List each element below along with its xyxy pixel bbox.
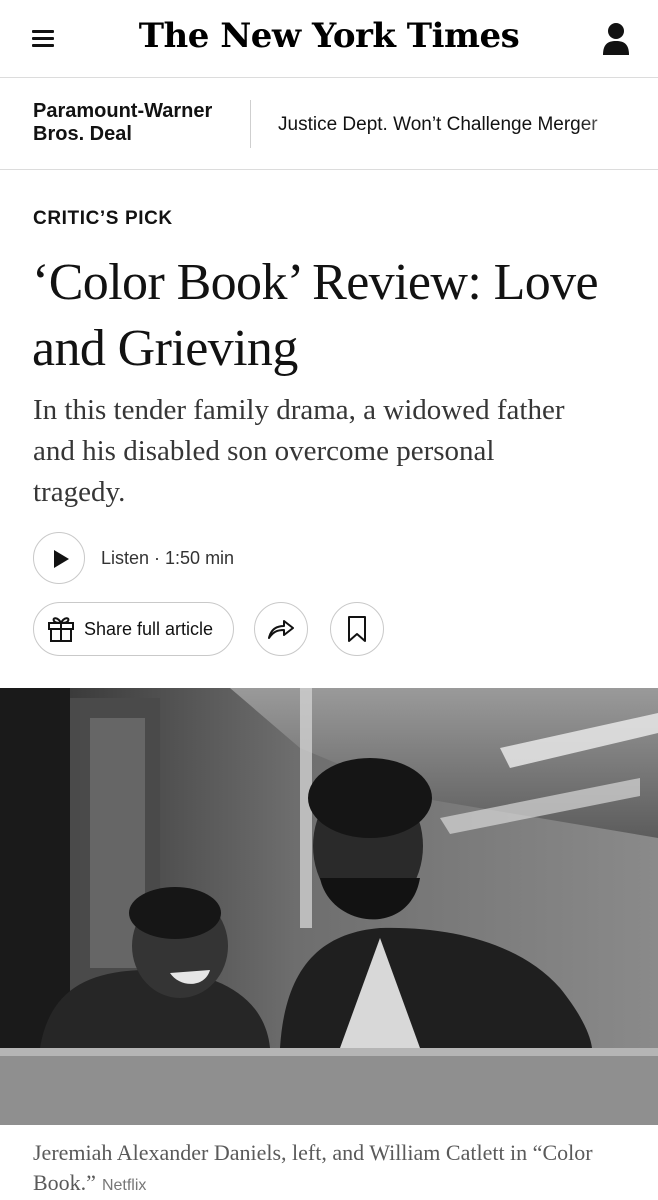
bookmark-button[interactable] [330, 602, 384, 656]
lead-photo[interactable] [0, 688, 658, 1125]
article-headline: ‘Color Book’ Review: Love and Grieving [32, 254, 599, 377]
top-header: The New York Times [0, 0, 658, 78]
share-arrow-button[interactable] [254, 602, 308, 656]
user-account-icon[interactable] [602, 22, 630, 56]
photo-credit: Netflix [101, 1177, 147, 1194]
ticker-label[interactable]: Paramount-Warner Bros. Deal [33, 100, 243, 146]
photo-caption: Jeremiah Alexander Daniels, left, and Wi… [33, 1138, 633, 1200]
article-summary: In this tender family drama, a widowed f… [33, 394, 565, 508]
bookmark-icon [348, 616, 366, 642]
ticker-fade [578, 78, 658, 169]
share-label: Share full article [84, 618, 214, 639]
share-arrow-icon [268, 620, 294, 639]
play-icon[interactable] [33, 532, 85, 584]
ticker-divider [250, 100, 251, 148]
article-kicker: CRITIC’S PICK [33, 208, 173, 229]
nyt-logo[interactable]: The New York Times [0, 16, 658, 56]
ticker-headline[interactable]: Justice Dept. Won’t Challenge Merger [278, 114, 598, 136]
gift-icon [48, 617, 74, 642]
news-ticker[interactable]: Paramount-Warner Bros. Deal Justice Dept… [0, 78, 658, 170]
listen-control[interactable]: Listen · 1:50 min [33, 532, 234, 584]
listen-label[interactable]: Listen · 1:50 min [101, 548, 234, 569]
share-full-article-button[interactable]: Share full article [33, 602, 234, 656]
